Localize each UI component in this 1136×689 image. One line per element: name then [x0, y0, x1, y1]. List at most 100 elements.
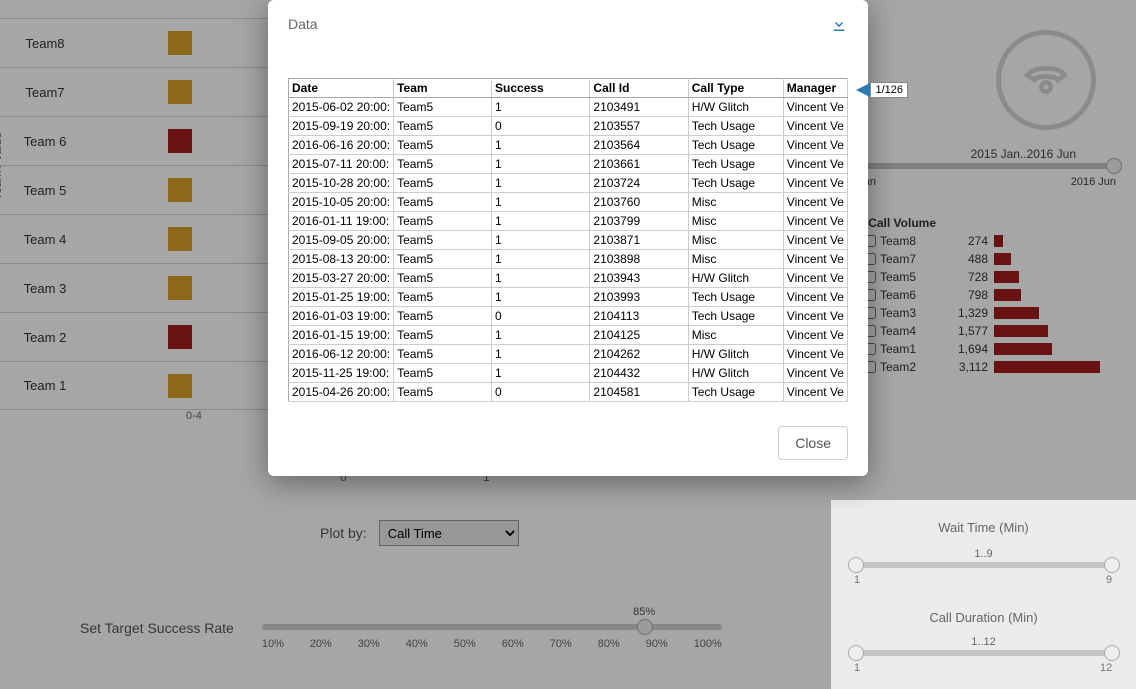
table-cell: 1	[492, 345, 590, 364]
table-cell: 2016-06-16 20:00:	[289, 136, 394, 155]
call-duration-title: Call Duration (Min)	[831, 610, 1136, 625]
table-row[interactable]: 2015-07-11 20:00:Team512103661Tech Usage…	[289, 155, 848, 174]
table-cell: 1	[492, 364, 590, 383]
table-row[interactable]: 2015-06-02 20:00:Team512103491H/W Glitch…	[289, 98, 848, 117]
table-cell: 1	[492, 269, 590, 288]
table-cell: 2104262	[590, 345, 688, 364]
column-header[interactable]: Success	[492, 79, 590, 98]
table-cell: Tech Usage	[688, 383, 783, 402]
table-row[interactable]: 2015-11-25 19:00:Team512104432H/W Glitch…	[289, 364, 848, 383]
table-cell: Team5	[394, 364, 492, 383]
table-cell: 2015-09-19 20:00:	[289, 117, 394, 136]
table-cell: 0	[492, 383, 590, 402]
table-cell: H/W Glitch	[688, 345, 783, 364]
table-cell: Team5	[394, 193, 492, 212]
close-button[interactable]: Close	[778, 426, 848, 460]
table-cell: Team5	[394, 326, 492, 345]
table-cell: 2103661	[590, 155, 688, 174]
download-button[interactable]	[830, 16, 848, 39]
call-duration-knob-right[interactable]	[1104, 645, 1120, 661]
table-cell: 1	[492, 155, 590, 174]
table-cell: Vincent Ve	[783, 364, 847, 383]
table-cell: Vincent Ve	[783, 250, 847, 269]
table-cell: Tech Usage	[688, 307, 783, 326]
table-cell: 2103799	[590, 212, 688, 231]
table-cell: 2104113	[590, 307, 688, 326]
table-cell: H/W Glitch	[688, 98, 783, 117]
table-row[interactable]: 2015-01-25 19:00:Team512103993Tech Usage…	[289, 288, 848, 307]
modal-backdrop-lower	[0, 500, 831, 689]
table-row[interactable]: 2016-06-16 20:00:Team512103564Tech Usage…	[289, 136, 848, 155]
table-cell: 2016-01-15 19:00:	[289, 326, 394, 345]
call-duration-knob-left[interactable]	[848, 645, 864, 661]
table-cell: Tech Usage	[688, 288, 783, 307]
table-cell: Team5	[394, 174, 492, 193]
table-cell: Team5	[394, 212, 492, 231]
table-cell: Vincent Ve	[783, 98, 847, 117]
table-row[interactable]: 2016-06-12 20:00:Team512104262H/W Glitch…	[289, 345, 848, 364]
table-cell: 2016-06-12 20:00:	[289, 345, 394, 364]
column-header[interactable]: Call Id	[590, 79, 688, 98]
table-row[interactable]: 2015-09-05 20:00:Team512103871MiscVincen…	[289, 231, 848, 250]
table-cell: Misc	[688, 326, 783, 345]
page-indicator-text: 1/126	[870, 82, 908, 98]
table-cell: 2104125	[590, 326, 688, 345]
wait-time-knob-right[interactable]	[1104, 557, 1120, 573]
table-cell: Vincent Ve	[783, 345, 847, 364]
table-cell: Tech Usage	[688, 174, 783, 193]
table-row[interactable]: 2015-08-13 20:00:Team512103898MiscVincen…	[289, 250, 848, 269]
table-cell: Team5	[394, 269, 492, 288]
wait-time-slider[interactable]	[854, 562, 1114, 568]
table-row[interactable]: 2016-01-03 19:00:Team502104113Tech Usage…	[289, 307, 848, 326]
table-row[interactable]: 2015-10-05 20:00:Team512103760MiscVincen…	[289, 193, 848, 212]
table-cell: Tech Usage	[688, 155, 783, 174]
table-cell: Vincent Ve	[783, 307, 847, 326]
column-header[interactable]: Manager	[783, 79, 847, 98]
table-cell: 2104581	[590, 383, 688, 402]
column-header[interactable]: Date	[289, 79, 394, 98]
table-cell: 2103993	[590, 288, 688, 307]
table-cell: Team5	[394, 307, 492, 326]
table-cell: Tech Usage	[688, 117, 783, 136]
table-cell: 1	[492, 231, 590, 250]
call-duration-right-tick: 12	[1100, 662, 1112, 674]
table-cell: 2103564	[590, 136, 688, 155]
table-cell: 1	[492, 250, 590, 269]
table-cell: Vincent Ve	[783, 117, 847, 136]
table-cell: 1	[492, 98, 590, 117]
table-cell: 2015-10-05 20:00:	[289, 193, 394, 212]
table-cell: Vincent Ve	[783, 212, 847, 231]
table-row[interactable]: 2016-01-11 19:00:Team512103799MiscVincen…	[289, 212, 848, 231]
table-cell: 2015-09-05 20:00:	[289, 231, 394, 250]
table-cell: 0	[492, 307, 590, 326]
table-cell: Team5	[394, 117, 492, 136]
table-row[interactable]: 2015-03-27 20:00:Team512103943H/W Glitch…	[289, 269, 848, 288]
wait-time-left-tick: 1	[854, 574, 860, 586]
table-row[interactable]: 2015-10-28 20:00:Team512103724Tech Usage…	[289, 174, 848, 193]
table-cell: 2103491	[590, 98, 688, 117]
table-cell: 2015-04-26 20:00:	[289, 383, 394, 402]
table-cell: Vincent Ve	[783, 326, 847, 345]
table-cell: 2103871	[590, 231, 688, 250]
table-cell: 2104432	[590, 364, 688, 383]
table-cell: Misc	[688, 212, 783, 231]
table-cell: Vincent Ve	[783, 155, 847, 174]
table-cell: Vincent Ve	[783, 288, 847, 307]
table-cell: Misc	[688, 250, 783, 269]
table-cell: 2015-01-25 19:00:	[289, 288, 394, 307]
column-header[interactable]: Team	[394, 79, 492, 98]
table-cell: 2103557	[590, 117, 688, 136]
call-duration-slider[interactable]	[854, 650, 1114, 656]
table-cell: 2103898	[590, 250, 688, 269]
wait-time-caption: 1..9	[831, 548, 1136, 560]
table-row[interactable]: 2015-09-19 20:00:Team502103557Tech Usage…	[289, 117, 848, 136]
table-cell: Vincent Ve	[783, 193, 847, 212]
column-header[interactable]: Call Type	[688, 79, 783, 98]
wait-time-knob-left[interactable]	[848, 557, 864, 573]
table-cell: 0	[492, 117, 590, 136]
table-cell: Team5	[394, 155, 492, 174]
table-row[interactable]: 2015-04-26 20:00:Team502104581Tech Usage…	[289, 383, 848, 402]
table-row[interactable]: 2016-01-15 19:00:Team512104125MiscVincen…	[289, 326, 848, 345]
table-cell: 1	[492, 193, 590, 212]
table-cell: Team5	[394, 250, 492, 269]
